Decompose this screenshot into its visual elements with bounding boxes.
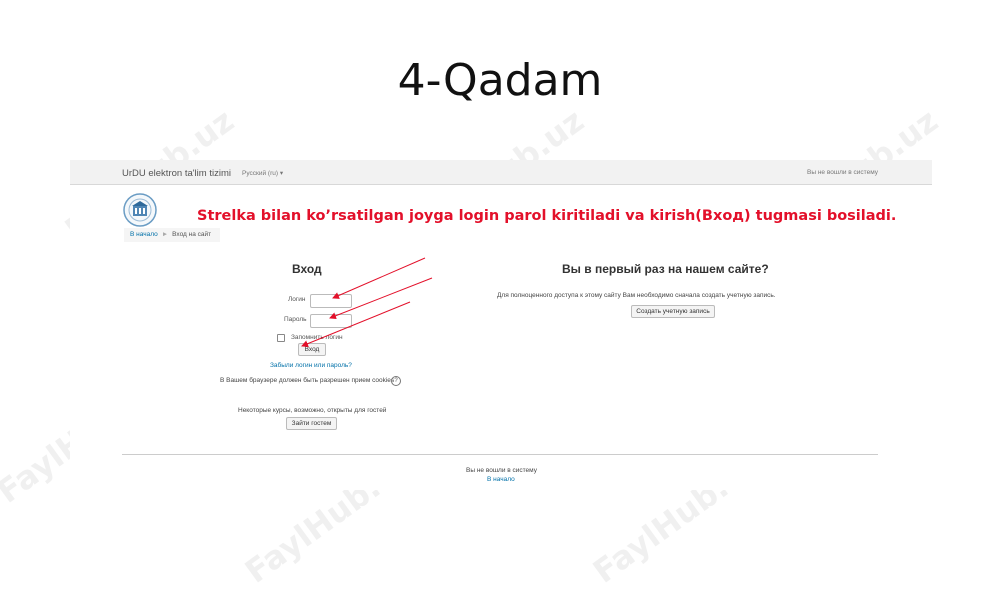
cookies-note: В Вашем браузере должен быть разрешен пр… <box>220 377 395 384</box>
username-label: Логин <box>288 296 306 303</box>
login-heading: Вход <box>292 262 322 276</box>
navbar: UrDU elektron ta'lim tizimi Русский (ru)… <box>70 160 932 185</box>
footer-home-link[interactable]: В начало <box>487 476 515 483</box>
footer-login-status: Вы не вошли в систему <box>466 467 537 474</box>
remember-login-checkbox[interactable] <box>277 334 285 342</box>
username-input[interactable] <box>310 294 352 308</box>
site-brand[interactable]: UrDU elektron ta'lim tizimi <box>122 168 231 179</box>
guest-login-button[interactable]: Зайти гостем <box>286 417 337 430</box>
university-logo-icon <box>123 193 157 227</box>
language-menu[interactable]: Русский (ru) ▾ <box>242 169 283 177</box>
signup-description: Для полноценного доступа к этому сайту В… <box>497 292 776 299</box>
login-button[interactable]: Вход <box>298 343 326 356</box>
breadcrumb-current: Вход на сайт <box>172 231 212 238</box>
footer-divider <box>122 454 878 455</box>
slide-title: 4-Qadam <box>397 55 603 106</box>
forgot-password-link[interactable]: Забыли логин или пароль? <box>270 362 352 369</box>
password-label: Пароль <box>284 316 307 323</box>
breadcrumb-home-link[interactable]: В начало <box>130 231 158 238</box>
breadcrumb-separator: ► <box>161 231 169 238</box>
signup-heading: Вы в первый раз на нашем сайте? <box>562 262 769 276</box>
breadcrumb: В начало ► Вход на сайт <box>124 228 220 242</box>
password-input[interactable] <box>310 314 352 328</box>
help-icon[interactable]: ? <box>391 376 401 386</box>
remember-login-label: Запомнить логин <box>291 334 343 341</box>
login-status: Вы не вошли в систему <box>807 169 878 176</box>
create-account-button[interactable]: Создать учетную запись <box>631 305 715 318</box>
guest-note: Некоторые курсы, возможно, открыты для г… <box>238 407 387 414</box>
instruction-annotation: Strelka bilan ko’rsatilgan joyga login p… <box>197 208 897 224</box>
